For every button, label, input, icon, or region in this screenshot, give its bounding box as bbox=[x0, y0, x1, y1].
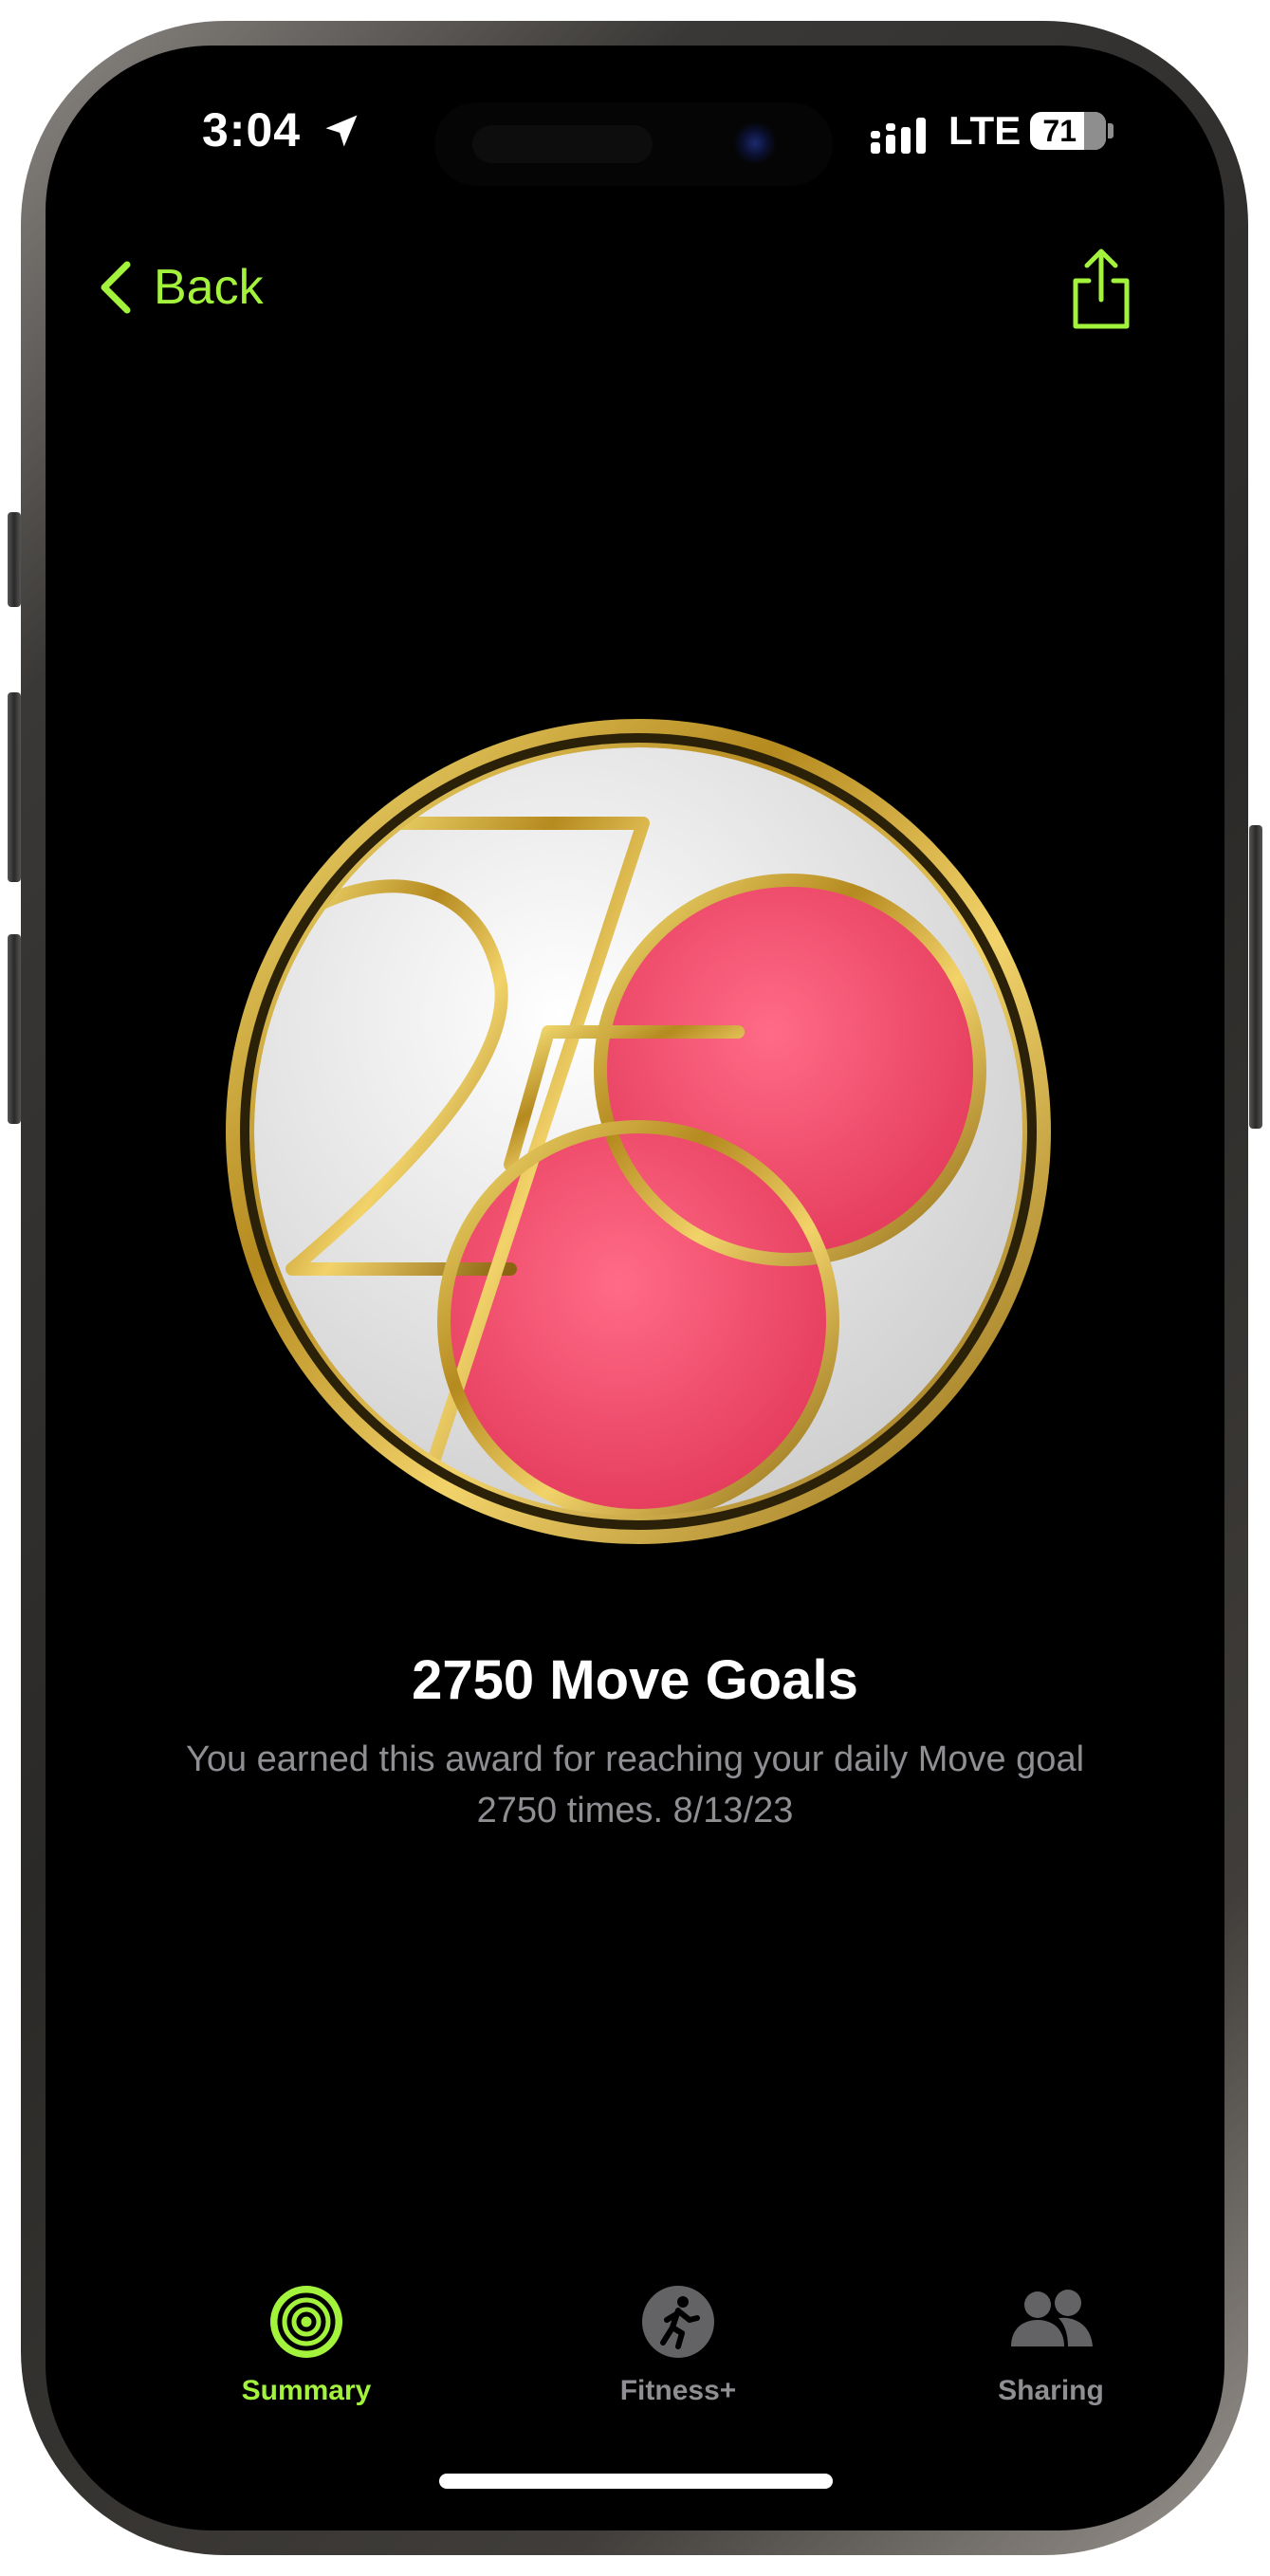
share-icon[interactable] bbox=[1068, 247, 1134, 332]
tab-label-summary: Summary bbox=[241, 2375, 372, 2406]
power-button bbox=[1249, 825, 1262, 1129]
tab-summary[interactable]: Summary bbox=[193, 2284, 420, 2407]
front-camera-icon bbox=[733, 121, 777, 165]
location-arrow-icon bbox=[325, 115, 358, 147]
cellular-signal-icon bbox=[871, 118, 926, 154]
tab-label-sharing: Sharing bbox=[998, 2375, 1104, 2406]
people-icon bbox=[1011, 2290, 1093, 2346]
volume-down-button bbox=[8, 934, 21, 1124]
back-button[interactable]: Back bbox=[97, 254, 264, 321]
award-description: You earned this award for reaching your … bbox=[185, 1739, 1085, 1831]
award-title: 2750 Move Goals bbox=[412, 1649, 858, 1711]
2750-move-goals-medal-icon bbox=[226, 719, 1051, 1544]
back-label: Back bbox=[154, 260, 264, 315]
network-type: LTE bbox=[948, 108, 1022, 153]
tab-sharing[interactable]: Sharing bbox=[937, 2284, 1165, 2407]
activity-rings-icon bbox=[270, 2286, 342, 2358]
battery-percentage: 71 bbox=[1042, 114, 1077, 148]
home-indicator[interactable] bbox=[439, 2474, 833, 2489]
tab-fitness-plus[interactable]: Fitness+ bbox=[564, 2284, 792, 2407]
running-figure-icon bbox=[642, 2286, 714, 2358]
status-time: 3:04 bbox=[202, 103, 302, 156]
dynamic-island-sensor bbox=[472, 125, 653, 163]
volume-up-button bbox=[8, 692, 21, 882]
tab-label-fitness-plus: Fitness+ bbox=[619, 2375, 737, 2406]
chevron-left-icon bbox=[101, 261, 131, 314]
battery-icon: 71 bbox=[1030, 112, 1106, 150]
screen: 3:04 LTE 71 Back 2750 Move Goals You ear… bbox=[46, 46, 1224, 2530]
battery-tip bbox=[1108, 123, 1114, 138]
action-button bbox=[8, 512, 21, 607]
